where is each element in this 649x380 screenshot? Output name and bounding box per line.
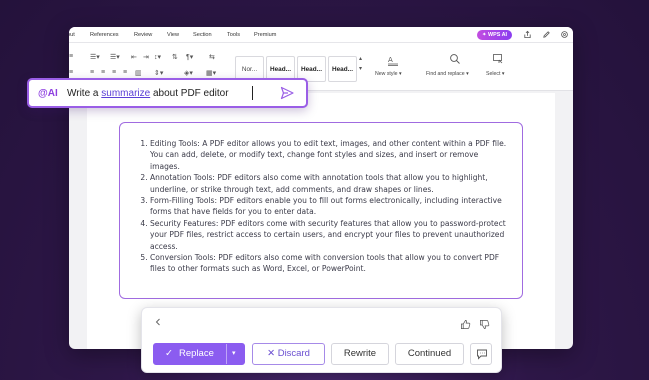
menu-item-tools[interactable]: Tools (227, 32, 240, 38)
menu-item-premium[interactable]: Premium (254, 32, 276, 38)
line-spacing-icon[interactable]: ⇅ (172, 53, 178, 61)
comment-button[interactable] (470, 343, 492, 365)
text-direction-icon[interactable]: ⇆ (209, 53, 215, 61)
menu-bar: out References Review View Section Tools… (69, 27, 573, 43)
bullet-list-icon[interactable]: ☰▾ (90, 53, 100, 61)
prompt-suffix: about PDF editor (150, 88, 229, 99)
paragraph-mark-icon[interactable]: ¶▾ (186, 53, 193, 61)
search-icon[interactable] (449, 53, 461, 65)
list-item: Conversion Tools: PDF editors also come … (150, 252, 508, 275)
menu-item-layout[interactable]: out (69, 32, 75, 38)
new-style-icon[interactable]: A (387, 55, 399, 66)
list-item: Annotation Tools: PDF editors also come … (150, 172, 508, 195)
ai-prompt-text[interactable]: Write a summarize about PDF editor (67, 88, 229, 99)
ai-action-panel: ✓ Replace ▾ ✕ Discard Rewrite Continued (141, 307, 502, 373)
select-label[interactable]: Select ▾ (486, 71, 504, 77)
close-icon: ✕ (267, 348, 278, 359)
style-scroll-down-icon[interactable]: ▾ (359, 65, 362, 72)
chat-icon (477, 349, 487, 360)
generated-list: Editing Tools: A PDF editor allows you t… (140, 138, 508, 275)
justify-icon[interactable]: ≡ (69, 69, 73, 76)
wps-ai-button[interactable]: ✦ WPS AI (477, 30, 512, 40)
list-item: Security Features: PDF editors come with… (150, 218, 508, 252)
chevron-left-icon[interactable] (154, 318, 162, 326)
align-left-icon[interactable]: ≡ (90, 69, 94, 76)
wps-ai-label: WPS AI (488, 32, 507, 38)
menu-item-references[interactable]: References (90, 32, 119, 38)
discard-label: Discard (277, 348, 310, 359)
align-icon[interactable]: ≡ (69, 53, 73, 60)
list-item: Editing Tools: A PDF editor allows you t… (150, 138, 508, 172)
check-icon: ✓ (165, 348, 173, 359)
align-right-icon[interactable]: ≡ (112, 69, 116, 76)
text-caret (252, 86, 253, 100)
menu-item-review[interactable]: Review (134, 32, 152, 38)
svg-text:A: A (388, 56, 393, 64)
sort-icon[interactable]: ↕▾ (154, 53, 161, 61)
rewrite-button[interactable]: Rewrite (331, 343, 389, 365)
continue-button[interactable]: Continued (395, 343, 464, 365)
ai-prompt-input[interactable]: @AI Write a summarize about PDF editor (27, 78, 308, 108)
thumbs-up-icon[interactable] (460, 319, 471, 330)
shading-icon[interactable]: ◈▾ (184, 69, 193, 77)
numbered-list-icon[interactable]: ☰▾ (110, 53, 120, 61)
align-center-icon[interactable]: ≡ (101, 69, 105, 76)
find-replace-label[interactable]: Find and replace ▾ (426, 71, 469, 77)
settings-icon[interactable] (560, 30, 569, 39)
prompt-keyword[interactable]: summarize (101, 88, 150, 99)
distribute-icon[interactable]: ≡ (123, 69, 127, 76)
spacing-icon[interactable]: ⇕▾ (154, 69, 163, 77)
menu-item-section[interactable]: Section (193, 32, 212, 38)
share-icon[interactable] (523, 30, 532, 39)
ai-tag: @AI (38, 88, 58, 99)
replace-label: Replace (179, 348, 214, 359)
style-heading-3[interactable]: Head... (328, 56, 357, 82)
style-scroll-up-icon[interactable]: ▴ (359, 55, 362, 62)
send-icon[interactable] (279, 85, 295, 101)
edit-icon[interactable] (542, 30, 551, 39)
replace-button[interactable]: ✓ Replace ▾ (153, 343, 245, 365)
thumbs-down-icon[interactable] (479, 319, 490, 330)
ai-generated-content: Editing Tools: A PDF editor allows you t… (119, 122, 523, 299)
select-icon[interactable] (492, 53, 504, 65)
columns-icon[interactable]: ▥ (135, 69, 142, 77)
borders-icon[interactable]: ▦▾ (206, 69, 216, 77)
chevron-down-icon[interactable]: ▾ (232, 344, 236, 364)
list-item: Form-Filling Tools: PDF editors enable y… (150, 195, 508, 218)
indent-icon[interactable]: ⇤ (131, 53, 137, 61)
outdent-icon[interactable]: ⇥ (143, 53, 149, 61)
new-style-label[interactable]: New style ▾ (375, 71, 402, 77)
menu-item-view[interactable]: View (167, 32, 179, 38)
prompt-prefix: Write a (67, 88, 102, 99)
button-divider (226, 344, 227, 364)
discard-button[interactable]: ✕ Discard (252, 343, 325, 365)
